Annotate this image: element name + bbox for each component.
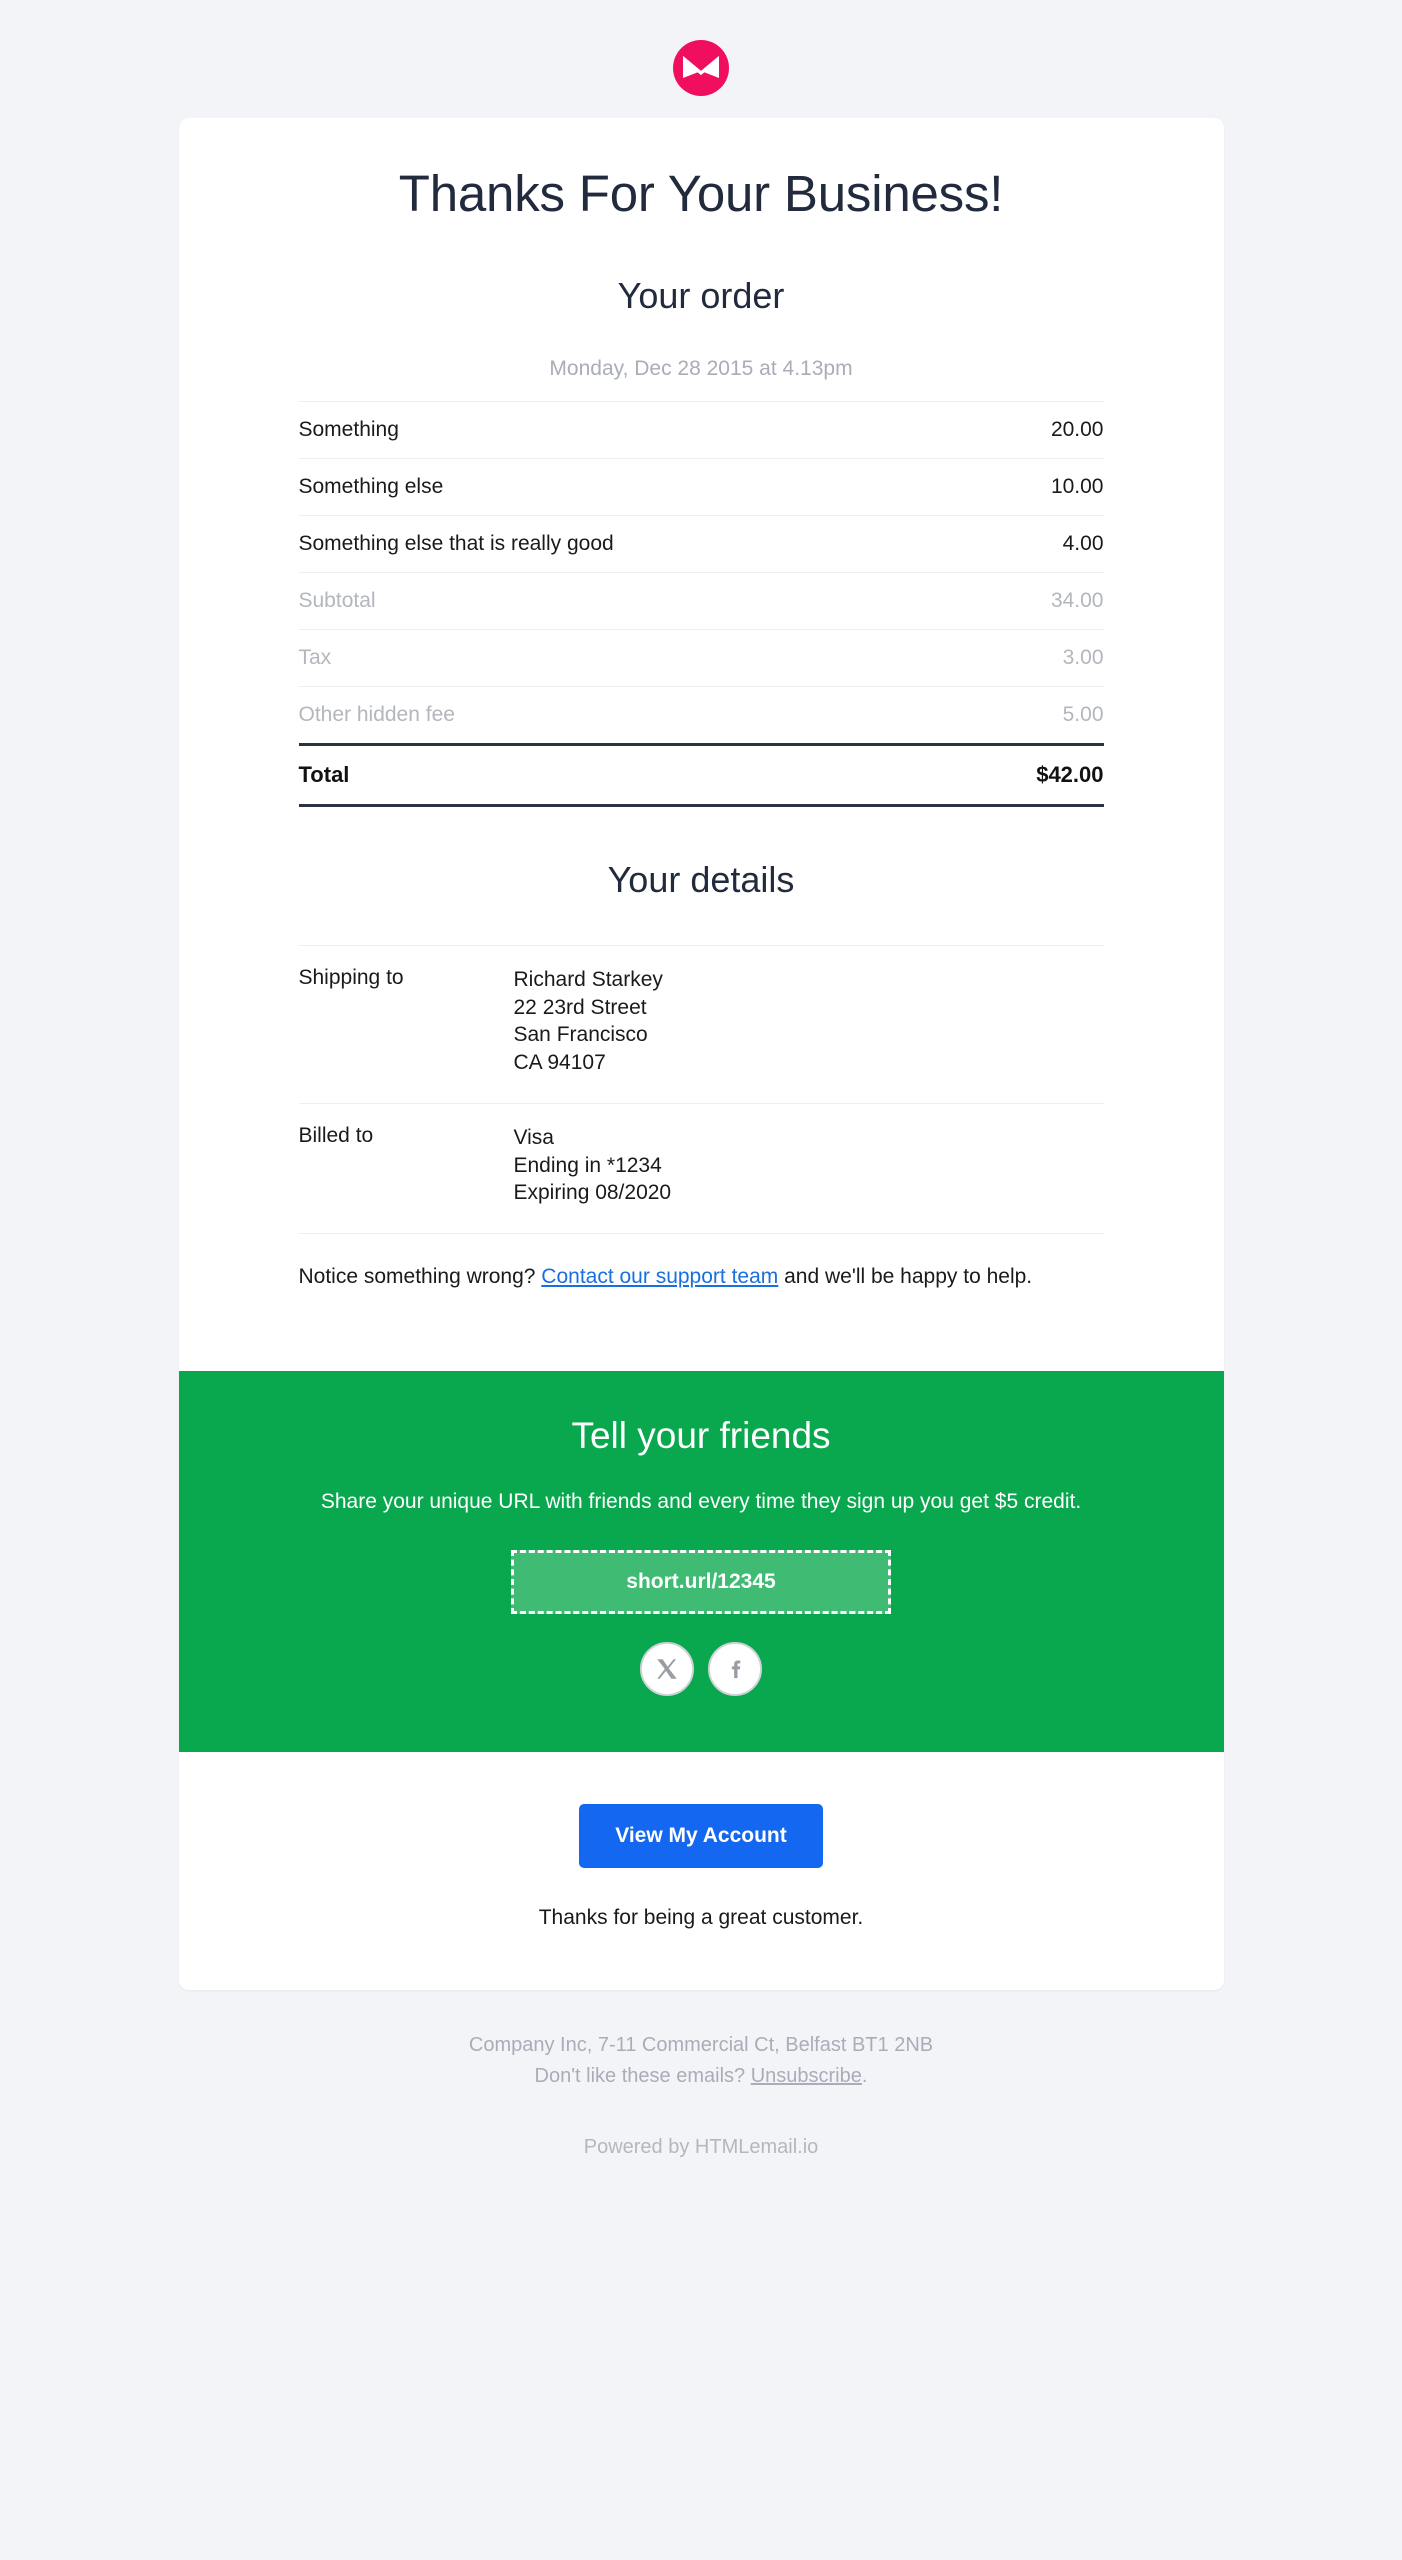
billing-line-2: Ending in *1234 [513, 1153, 662, 1177]
footer-address: Company Inc, 7-11 Commercial Ct, Belfast… [468, 2033, 934, 2056]
footer-unsubscribe-line: Don't like these emails? Unsubscribe. [20, 2061, 1382, 2092]
unsub-text-before: Don't like these emails? [534, 2064, 751, 2087]
billing-line-3: Expiring 08/2020 [513, 1181, 672, 1205]
view-my-account-button[interactable]: View My Account [579, 1803, 823, 1868]
powered-by-text: Powered by HTMLemail.io [583, 2135, 819, 2158]
table-row-subtotal: Subtotal 34.00 [298, 572, 1104, 630]
shipping-line-3: San Francisco [513, 1023, 648, 1047]
adjustment-label: Tax [298, 629, 962, 687]
item-label: Something [298, 401, 962, 459]
adjustment-amount: 3.00 [961, 629, 1104, 687]
item-label: Something else that is really good [298, 515, 962, 573]
card-body: Thanks For Your Business! Your order Mon… [179, 118, 1224, 1371]
adjustment-amount: 5.00 [961, 686, 1104, 745]
customer-details-table: Shipping to Richard Starkey 22 23rd Stre… [298, 945, 1104, 1234]
notice-text-before: Notice something wrong? [298, 1265, 542, 1289]
item-amount: 4.00 [961, 515, 1104, 573]
adjustment-amount: 34.00 [961, 572, 1104, 630]
shipping-line-2: 22 23rd Street [513, 995, 647, 1019]
social-links [269, 1641, 1134, 1696]
brand-logo-container [0, 30, 1402, 118]
billing-info: Visa Ending in *1234 Expiring 08/2020 [513, 1102, 1104, 1234]
facebook-icon[interactable] [708, 1641, 762, 1696]
order-date: Monday, Dec 28 2015 at 4.13pm [549, 357, 853, 380]
order-heading: Your order [617, 275, 785, 316]
page-title: Thanks For Your Business! [398, 165, 1004, 222]
shipping-address: Richard Starkey 22 23rd Street San Franc… [513, 945, 1104, 1104]
email-card: Thanks For Your Business! Your order Mon… [178, 118, 1224, 1990]
referral-heading: Tell your friends [571, 1415, 831, 1457]
unsub-text-after: . [861, 2064, 868, 2087]
table-row-total: Total $42.00 [298, 743, 1104, 807]
envelope-circle-logo-icon [671, 38, 731, 98]
shipping-row: Shipping to Richard Starkey 22 23rd Stre… [298, 945, 1104, 1104]
billing-label: Billed to [298, 1102, 514, 1234]
billing-row: Billed to Visa Ending in *1234 Expiring … [298, 1102, 1104, 1234]
table-row-fee: Other hidden fee 5.00 [298, 686, 1104, 745]
table-row: Something else that is really good 4.00 [298, 515, 1104, 573]
item-amount: 20.00 [961, 401, 1104, 459]
referral-url-box[interactable]: short.url/12345 [511, 1549, 891, 1614]
referral-panel: Tell your friends Share your unique URL … [178, 1371, 1224, 1752]
item-label: Something else [298, 458, 962, 516]
table-row: Something else 10.00 [298, 458, 1104, 516]
cta-block: View My Account Thanks for being a great… [178, 1751, 1224, 1990]
total-label: Total [298, 743, 962, 807]
item-amount: 10.00 [961, 458, 1104, 516]
support-notice: Notice something wrong? Contact our supp… [298, 1233, 1104, 1292]
contact-support-link[interactable]: Contact our support team [541, 1265, 778, 1288]
unsubscribe-link[interactable]: Unsubscribe [751, 2065, 862, 2087]
shipping-label: Shipping to [298, 945, 514, 1104]
adjustment-label: Other hidden fee [298, 686, 962, 745]
billing-line-1: Visa [513, 1125, 554, 1149]
total-amount: $42.00 [961, 743, 1104, 807]
adjustment-label: Subtotal [298, 572, 962, 630]
shipping-line-4: CA 94107 [513, 1051, 606, 1075]
shipping-line-1: Richard Starkey [513, 968, 663, 991]
table-row: Something 20.00 [298, 401, 1104, 459]
email-footer: Company Inc, 7-11 Commercial Ct, Belfast… [0, 1990, 1402, 2199]
email-page: Thanks For Your Business! Your order Mon… [0, 0, 1402, 2199]
cta-thanks-text: Thanks for being a great customer. [538, 1905, 864, 1929]
referral-blurb: Share your unique URL with friends and e… [320, 1490, 1082, 1514]
details-heading: Your details [607, 859, 795, 900]
notice-text-after: and we'll be happy to help. [778, 1265, 1033, 1289]
table-row-tax: Tax 3.00 [298, 629, 1104, 687]
order-items-table: Something 20.00 Something else 10.00 Som… [298, 401, 1104, 807]
x-twitter-icon[interactable] [640, 1641, 694, 1696]
